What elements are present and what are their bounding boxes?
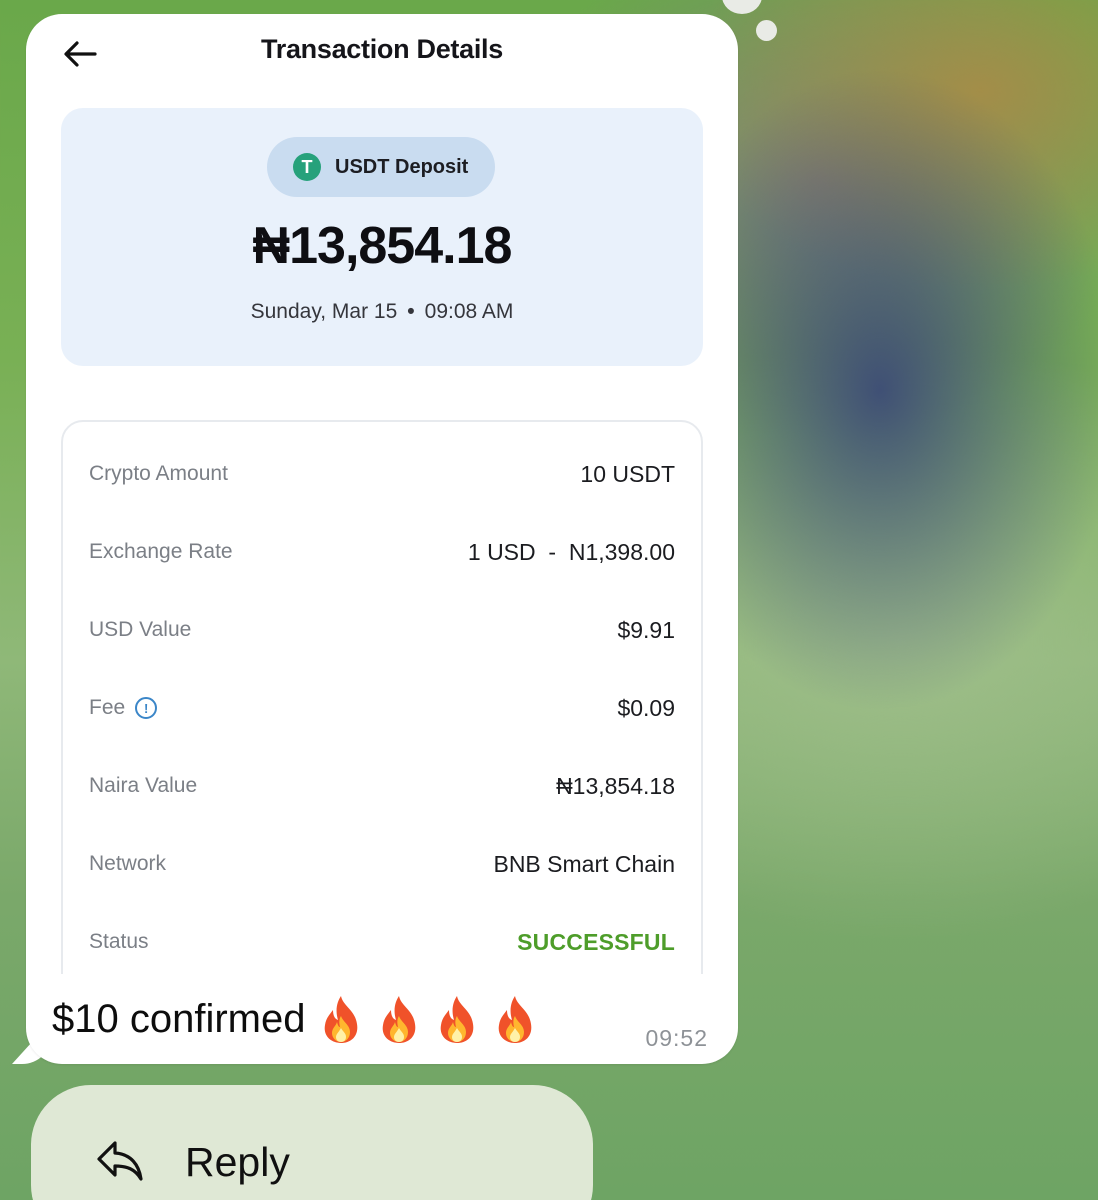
transaction-amount: ₦13,854.18: [252, 217, 513, 275]
fire-emojis: [319, 994, 537, 1044]
message-timestamp: 09:52: [645, 1025, 708, 1051]
row-label: Naira Value: [89, 774, 198, 797]
fire-icon: [383, 996, 416, 1043]
badge-label: USDT Deposit: [335, 155, 469, 178]
date-separator: •: [407, 300, 415, 323]
info-icon: !: [135, 697, 158, 719]
transaction-datetime: Sunday, Mar 15 • 09:08 AM: [61, 300, 703, 324]
background-dot-large: [722, 0, 762, 14]
row-value: 10 USDT: [580, 460, 675, 487]
transaction-time: 09:08 AM: [424, 300, 514, 323]
fire-icon: [325, 996, 358, 1043]
row-value: $0.09: [617, 694, 675, 721]
row-value: 1 USD - N1,398.00: [467, 538, 675, 565]
detail-row-network: Network BNB Smart Chain: [89, 844, 675, 884]
amount-card: T USDT Deposit ₦13,854.18 Sunday, Mar 15…: [61, 108, 703, 366]
reply-icon: [97, 1141, 143, 1181]
background-dot-small: [756, 20, 777, 41]
detail-row-usd-value: USD Value $9.91: [89, 610, 675, 650]
fire-icon: [441, 996, 474, 1043]
details-card: Crypto Amount 10 USDT Exchange Rate 1 US…: [61, 420, 703, 974]
row-label: Exchange Rate: [89, 540, 233, 563]
row-value: BNB Smart Chain: [493, 850, 675, 877]
reply-label: Reply: [185, 1139, 290, 1185]
transaction-screenshot[interactable]: Transaction Details T USDT Deposit ₦13,8…: [26, 14, 738, 974]
row-value: $9.91: [617, 616, 675, 643]
row-label: Status: [89, 930, 149, 953]
row-label: Crypto Amount: [89, 462, 228, 485]
status-badge: SUCCESSFUL: [517, 928, 675, 955]
row-label: Fee: [89, 696, 126, 719]
fee-label-group: Fee !: [89, 696, 158, 720]
message-bubble[interactable]: Transaction Details T USDT Deposit ₦13,8…: [26, 14, 738, 1064]
reply-button[interactable]: Reply: [31, 1085, 593, 1200]
fire-icon: [499, 996, 532, 1043]
message-caption: $10 confirmed: [52, 994, 537, 1044]
tether-icon: T: [293, 153, 321, 181]
transaction-date: Sunday, Mar 15: [250, 300, 398, 323]
page-title: Transaction Details: [261, 34, 503, 64]
row-label: USD Value: [89, 618, 192, 641]
detail-row-crypto-amount: Crypto Amount 10 USDT: [89, 454, 675, 494]
detail-row-exchange-rate: Exchange Rate 1 USD - N1,398.00: [89, 532, 675, 572]
message-text: $10 confirmed: [52, 996, 306, 1041]
deposit-type-badge: T USDT Deposit: [267, 137, 495, 197]
row-value: ₦13,854.18: [556, 772, 675, 799]
detail-row-naira-value: Naira Value ₦13,854.18: [89, 766, 675, 806]
detail-row-status: Status SUCCESSFUL: [89, 922, 675, 962]
screenshot-header: Transaction Details: [26, 14, 738, 94]
detail-row-fee: Fee ! $0.09: [89, 688, 675, 728]
row-label: Network: [89, 852, 167, 875]
